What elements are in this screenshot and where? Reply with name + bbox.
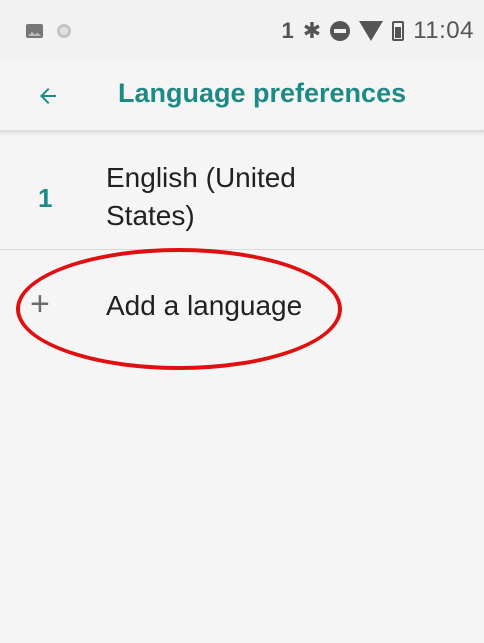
status-bar-system-icons: 1 ✱ 11:04 <box>282 17 474 45</box>
language-index: 1 <box>38 183 53 213</box>
do-not-disturb-icon <box>330 21 351 41</box>
language-list-item[interactable]: 1 English (United States) <box>0 131 484 250</box>
image-icon <box>26 24 43 38</box>
page-title: Language preferences <box>118 78 407 108</box>
add-language-button[interactable]: + Add a language <box>0 250 484 370</box>
app-toolbar: Language preferences <box>0 62 484 132</box>
plus-icon: + <box>30 285 50 323</box>
status-bar: 1 ✱ 11:04 <box>0 0 484 62</box>
battery-icon <box>392 21 405 41</box>
back-button[interactable] <box>22 70 74 122</box>
circle-icon <box>57 24 71 38</box>
clock: 11:04 <box>413 17 474 44</box>
language-name: English (United States) <box>106 162 296 231</box>
add-language-label: Add a language <box>106 290 303 321</box>
wifi-icon <box>359 21 384 41</box>
status-bar-notifications <box>26 24 71 38</box>
arrow-left-icon <box>40 88 56 104</box>
sim-indicator: 1 <box>281 18 294 43</box>
bluetooth-icon: ✱ <box>302 18 322 43</box>
